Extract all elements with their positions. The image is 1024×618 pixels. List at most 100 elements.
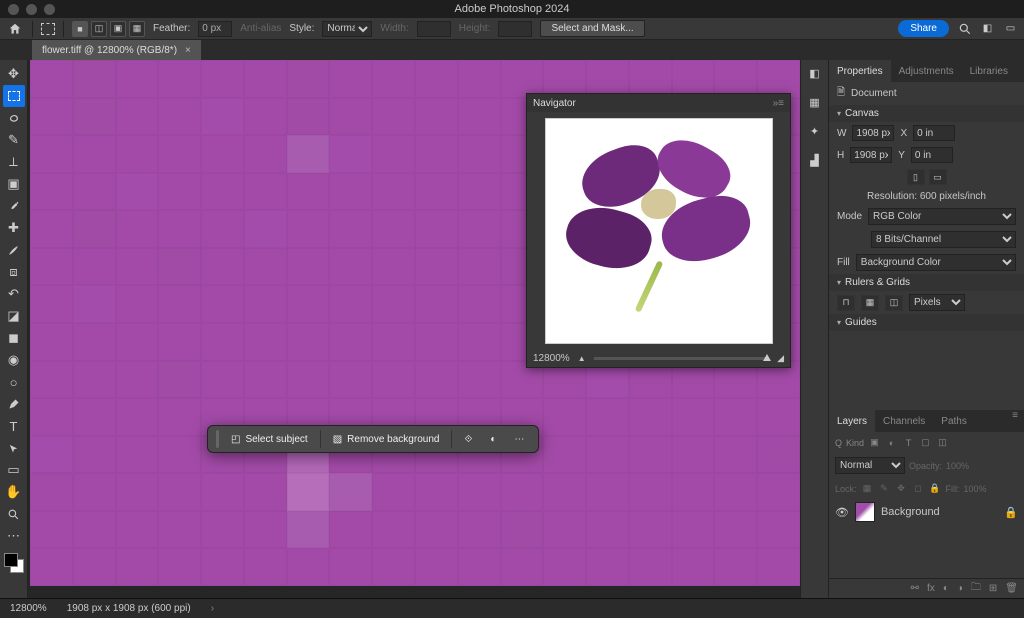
filter-image-icon[interactable]: ▣ [868, 436, 881, 449]
new-layer-icon[interactable]: ⊞ [989, 583, 997, 594]
grid-toggle-icon[interactable]: ▦ [861, 295, 879, 311]
group-icon[interactable]: 🗀 [971, 580, 981, 597]
eyedropper-tool[interactable] [3, 195, 25, 217]
navigator-menu-icon[interactable]: ≡ [778, 98, 784, 109]
dodge-tool[interactable]: ○ [3, 371, 25, 393]
shape-tool[interactable]: ▭ [3, 459, 25, 481]
move-tool[interactable]: ✥ [3, 63, 25, 85]
marquee-tool[interactable] [3, 85, 25, 107]
canvas-section-header[interactable]: Canvas [829, 105, 1024, 122]
navigator-thumbnail[interactable] [545, 118, 773, 344]
layer-thumbnail[interactable] [855, 502, 875, 522]
canvas-height-input[interactable] [850, 147, 892, 163]
more-icon[interactable]: ⋯ [508, 431, 530, 448]
fill-select[interactable]: Background Color [856, 254, 1016, 271]
mask-icon[interactable]: ◐ [943, 583, 949, 594]
lasso-tool[interactable] [3, 107, 25, 129]
filter-shape-icon[interactable]: ▢ [919, 436, 932, 449]
transform-icon[interactable]: ⟐ [458, 431, 478, 448]
layer-row[interactable]: 👁 Background 🔒 [829, 499, 1024, 525]
filter-smart-icon[interactable]: ◫ [936, 436, 949, 449]
clone-tool[interactable]: ⧈ [3, 261, 25, 283]
gradient-tool[interactable]: ◼ [3, 327, 25, 349]
search-icon[interactable] [957, 21, 972, 36]
lock-icon: 🔒 [1004, 506, 1018, 519]
orientation-landscape-icon[interactable]: ▭ [929, 169, 947, 185]
tab-properties[interactable]: Properties [829, 60, 891, 82]
tab-adjustments[interactable]: Adjustments [891, 60, 962, 82]
path-select-tool[interactable] [3, 437, 25, 459]
filter-adjust-icon[interactable]: ◐ [885, 436, 898, 449]
intersect-selection-icon: ▦ [129, 21, 145, 37]
type-tool[interactable]: T [3, 415, 25, 437]
share-button[interactable]: Share [898, 20, 949, 37]
eraser-tool[interactable]: ◪ [3, 305, 25, 327]
bits-select[interactable]: 8 Bits/Channel [871, 231, 1016, 248]
blur-tool[interactable]: ◉ [3, 349, 25, 371]
select-subject-button[interactable]: ◰Select subject [225, 431, 314, 448]
window-traffic-lights[interactable] [8, 4, 55, 15]
remove-background-button[interactable]: ▨Remove background [327, 431, 446, 448]
adjustment-icon[interactable]: ◑ [957, 583, 963, 594]
history-brush-tool[interactable]: ↶ [3, 283, 25, 305]
navigator-zoom-value[interactable]: 12800% [533, 353, 570, 364]
zoom-level[interactable]: 12800% [10, 603, 47, 614]
tab-paths[interactable]: Paths [933, 410, 975, 432]
workspace-icon[interactable]: ▭ [1003, 21, 1018, 36]
select-and-mask-button[interactable]: Select and Mask... [540, 20, 644, 37]
color-panel-icon[interactable]: ◧ [807, 66, 822, 81]
zoom-out-icon[interactable]: ▲ [578, 354, 586, 363]
tab-libraries[interactable]: Libraries [962, 60, 1016, 82]
height-label: Height: [459, 23, 491, 34]
doc-info[interactable]: 1908 px x 1908 px (600 ppi) [67, 603, 191, 614]
marquee-tool-icon[interactable] [41, 23, 55, 35]
orientation-portrait-icon[interactable]: ▯ [907, 169, 925, 185]
selection-mode-group[interactable]: ■ ◫ ▣ ▦ [72, 21, 145, 37]
rulers-section-header[interactable]: Rulers & Grids [829, 274, 1024, 291]
navigator-panel[interactable]: Navigator» ≡ 12800% ▲ ◢ [526, 93, 791, 368]
visibility-icon[interactable]: 👁 [835, 506, 849, 519]
zoom-in-icon[interactable]: ◢ [777, 353, 784, 364]
subtract-selection-icon: ▣ [110, 21, 126, 37]
frame-tool[interactable]: ▣ [3, 173, 25, 195]
pen-tool[interactable] [3, 393, 25, 415]
filter-type-icon[interactable]: T [902, 436, 915, 449]
contextual-task-bar[interactable]: ◰Select subject ▨Remove background ⟐ ◐ ⋯ [207, 425, 539, 453]
zoom-slider[interactable] [594, 357, 769, 360]
collapsed-panel-dock: ◧ ▦ ✦ ▟ [800, 60, 828, 598]
feather-input[interactable] [198, 21, 232, 37]
mode-select[interactable]: RGB Color [868, 208, 1016, 225]
navigator-title: Navigator [533, 98, 576, 109]
panel-menu-icon[interactable]: ≡ [1006, 410, 1024, 432]
guides-section-header[interactable]: Guides [829, 314, 1024, 331]
healing-tool[interactable]: ✚ [3, 217, 25, 239]
layer-name[interactable]: Background [881, 506, 940, 518]
gradient-panel-icon[interactable]: ✦ [807, 124, 822, 139]
histogram-panel-icon[interactable]: ▟ [807, 153, 822, 168]
link-icon[interactable]: ⚯ [911, 583, 919, 594]
color-swatch[interactable] [4, 553, 24, 573]
tab-layers[interactable]: Layers [829, 410, 875, 432]
delete-icon[interactable]: 🗑 [1005, 583, 1018, 594]
zoom-tool[interactable] [3, 503, 25, 525]
canvas-width-input[interactable] [852, 125, 894, 141]
edit-toolbar[interactable]: ⋯ [3, 525, 25, 547]
drag-handle-icon[interactable] [216, 430, 219, 448]
swatches-panel-icon[interactable]: ▦ [807, 95, 822, 110]
right-panel-group: Properties Adjustments Libraries 🗎Docume… [828, 60, 1024, 598]
crop-tool[interactable]: ⟂ [3, 151, 25, 173]
quick-select-tool[interactable]: ✎ [3, 129, 25, 151]
fx-icon[interactable]: fx [927, 583, 935, 594]
cloud-docs-icon[interactable]: ◧ [980, 21, 995, 36]
adjust-icon[interactable]: ◐ [484, 431, 502, 448]
style-select[interactable]: Normal [322, 21, 372, 37]
hand-tool[interactable]: ✋ [3, 481, 25, 503]
doc-info-chevron-icon[interactable]: › [211, 603, 214, 614]
home-icon[interactable] [6, 20, 24, 38]
document-tab[interactable]: flower.tiff @ 12800% (RGB/8*) [32, 40, 201, 60]
guides-toggle-icon[interactable]: ◫ [885, 295, 903, 311]
tab-channels[interactable]: Channels [875, 410, 933, 432]
ruler-toggle-icon[interactable]: ⊓ [837, 295, 855, 311]
brush-tool[interactable] [3, 239, 25, 261]
units-select[interactable]: Pixels [909, 294, 965, 311]
